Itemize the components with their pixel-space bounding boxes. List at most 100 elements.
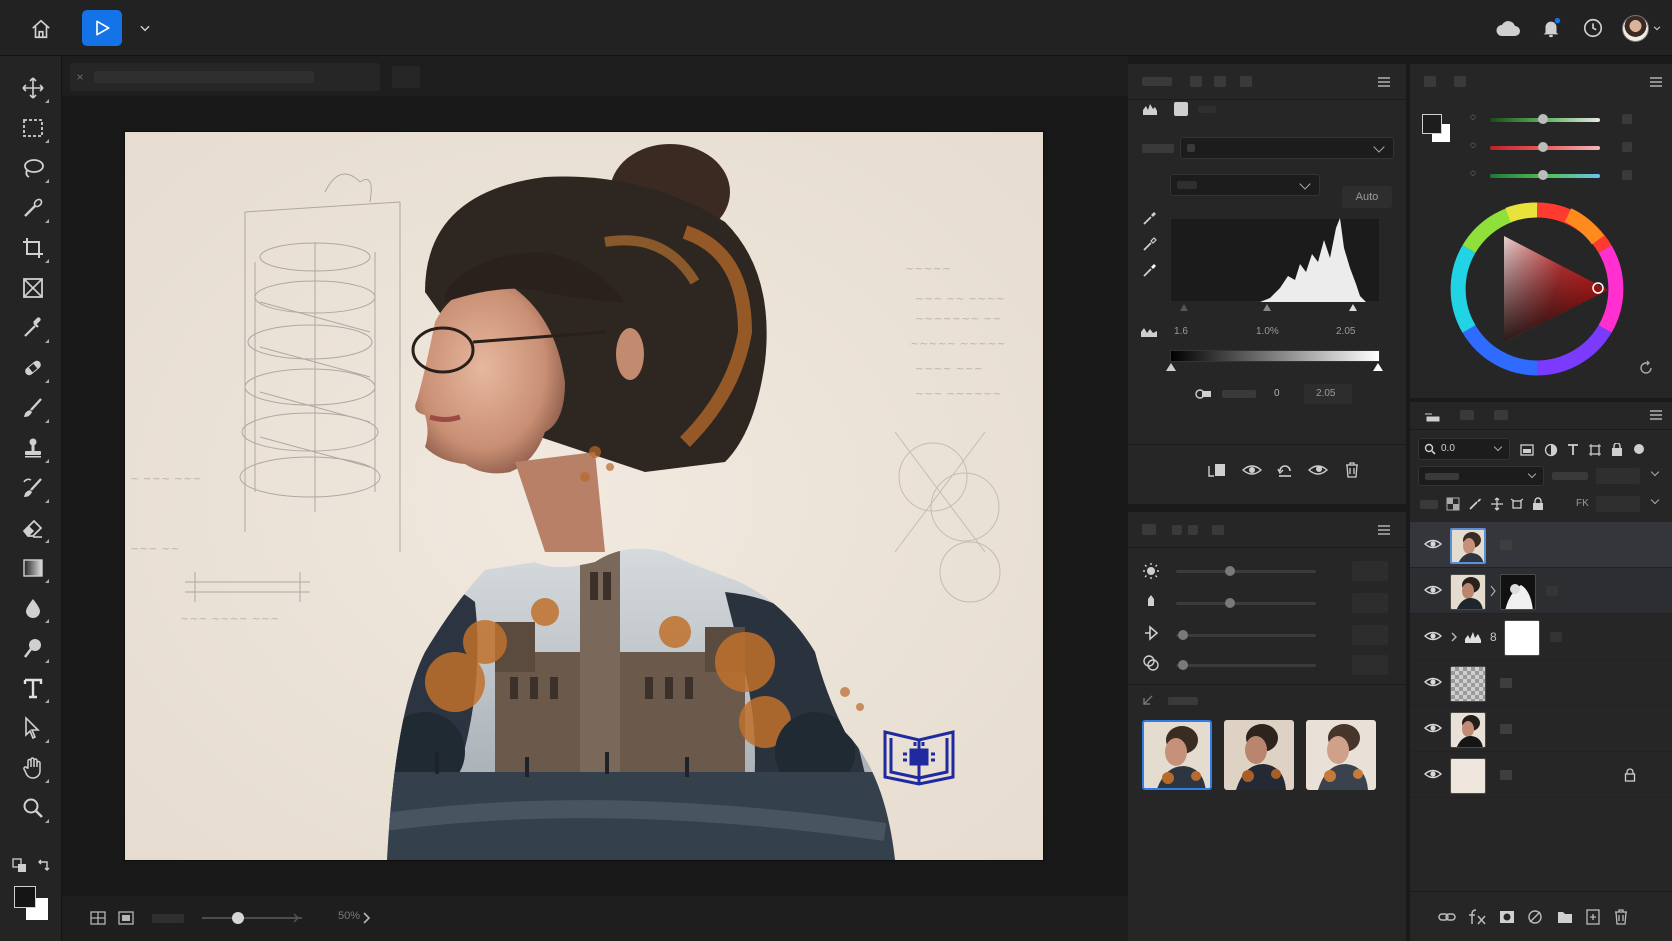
filter-shape-icon[interactable] (1588, 443, 1602, 457)
panel-tab[interactable] (1240, 76, 1252, 87)
clip-icon[interactable] (1140, 326, 1158, 338)
panel-tab[interactable] (1460, 410, 1474, 420)
reset-icon[interactable] (1276, 462, 1294, 478)
lock-transparent-icon[interactable] (1446, 497, 1460, 511)
auto-button[interactable]: Auto (1342, 186, 1392, 208)
saturation-value-field[interactable] (1352, 655, 1388, 675)
filter-toggle[interactable] (1634, 444, 1644, 454)
panel-tab[interactable] (1188, 525, 1198, 535)
foreground-color-swatch[interactable] (14, 886, 36, 908)
channel-b-thumb[interactable] (1538, 170, 1548, 180)
healing-tool[interactable] (13, 350, 53, 386)
layer-style-button[interactable] (1466, 906, 1488, 928)
share-button[interactable] (82, 10, 122, 46)
input-black-value[interactable]: 1.6 (1174, 326, 1188, 337)
cloud-sync-button[interactable] (1490, 12, 1526, 44)
levels-histogram[interactable] (1170, 218, 1380, 302)
channel-dropdown[interactable] (1170, 174, 1320, 196)
saturation-slider-thumb[interactable] (1178, 660, 1188, 670)
opacity-field[interactable] (1596, 468, 1640, 484)
layer-row[interactable] (1410, 522, 1672, 568)
eye-icon[interactable] (1424, 675, 1442, 689)
histogram-icon[interactable] (1142, 102, 1158, 116)
type-tool[interactable] (13, 670, 53, 706)
visibility-icon[interactable] (1308, 462, 1328, 478)
filter-pixel-icon[interactable] (1520, 444, 1534, 456)
layer-filter-dropdown[interactable]: 0.0 (1418, 438, 1510, 460)
lock-pixels-icon[interactable] (1468, 497, 1482, 511)
zoom-tool[interactable] (13, 790, 53, 826)
brightness-slider[interactable] (1176, 570, 1316, 573)
layer-row[interactable] (1410, 660, 1672, 706)
fill-dropdown-chevron[interactable] (1650, 495, 1660, 505)
eye-icon[interactable] (1424, 583, 1442, 597)
dodge-tool[interactable] (13, 630, 53, 666)
notifications-button[interactable] (1534, 12, 1568, 44)
panel-menu-icon[interactable] (1378, 77, 1390, 87)
hand-tool[interactable] (13, 750, 53, 786)
output-white-value[interactable]: 2.05 (1316, 388, 1335, 399)
trash-icon[interactable] (1344, 462, 1360, 478)
input-black-slider[interactable] (1180, 304, 1188, 311)
chain-link-icon[interactable] (1490, 585, 1496, 597)
panel-tab[interactable] (1172, 525, 1182, 535)
contrast-slider-thumb[interactable] (1225, 598, 1235, 608)
canvas[interactable]: ~ ~~~ ~~~ ~~~ ~~ ~~~ ~~~~ ~~~ ~~~~~ ~~~ ~~ … (125, 132, 1043, 860)
layers-tab-icon[interactable] (1424, 410, 1440, 422)
input-gray-value[interactable]: 1.0% (1256, 326, 1279, 337)
gradient-tool[interactable] (13, 550, 53, 586)
arrange-button[interactable] (88, 908, 108, 928)
history-button[interactable] (1576, 12, 1610, 44)
channel-b-value[interactable] (1622, 170, 1632, 180)
document-tab[interactable]: × (70, 63, 380, 91)
panel-tab[interactable] (1142, 77, 1172, 86)
filter-type-icon[interactable] (1566, 443, 1580, 457)
eye-icon[interactable] (1424, 537, 1442, 551)
contrast-value-field[interactable] (1352, 593, 1388, 613)
opacity-dropdown-chevron[interactable] (1650, 467, 1660, 477)
new-group-button[interactable] (1554, 906, 1576, 928)
move-tool[interactable] (13, 70, 53, 106)
rotate-wheel-icon[interactable] (1638, 360, 1654, 376)
account-button[interactable] (1618, 12, 1666, 44)
vibrance-slider-thumb[interactable] (1178, 630, 1188, 640)
panel-tab[interactable] (1454, 76, 1466, 87)
filter-adjustment-icon[interactable] (1544, 443, 1558, 457)
channel-r-value[interactable] (1622, 114, 1632, 124)
panel-tab[interactable] (1424, 76, 1436, 87)
new-layer-button[interactable] (1582, 906, 1604, 928)
frame-tool[interactable] (13, 270, 53, 306)
layer-row[interactable] (1410, 706, 1672, 752)
collapse-icon[interactable] (1142, 694, 1154, 706)
blur-tool[interactable] (13, 590, 53, 626)
history-brush-tool[interactable] (13, 470, 53, 506)
swap-colors-icon[interactable] (36, 858, 52, 874)
panel-menu-icon[interactable] (1650, 77, 1662, 87)
foreground-color-chip[interactable] (1422, 114, 1442, 134)
zoom-slider-track[interactable] (202, 917, 302, 919)
vibrance-value-field[interactable] (1352, 625, 1388, 645)
marquee-tool[interactable] (13, 110, 53, 146)
zoom-out-control[interactable] (152, 914, 184, 923)
brightness-slider-thumb[interactable] (1225, 566, 1235, 576)
layer-row[interactable] (1410, 752, 1672, 798)
layer-row[interactable] (1410, 568, 1672, 614)
output-black-value[interactable]: 0 (1274, 388, 1280, 399)
filter-smart-icon[interactable] (1610, 443, 1624, 457)
eyedropper-tool[interactable] (13, 310, 53, 346)
screen-mode-button[interactable] (116, 908, 136, 928)
channel-g-value[interactable] (1622, 142, 1632, 152)
brightness-value-field[interactable] (1352, 561, 1388, 581)
path-select-tool[interactable] (13, 710, 53, 746)
panel-tab[interactable] (1142, 524, 1156, 535)
add-mask-button[interactable] (1496, 906, 1518, 928)
link-layers-button[interactable] (1436, 906, 1458, 928)
eye-icon[interactable] (1424, 767, 1442, 781)
chevron-right-icon[interactable] (362, 912, 372, 924)
brush-tool[interactable] (13, 390, 53, 426)
panel-tab[interactable] (1212, 525, 1224, 535)
clone-stamp-tool[interactable] (13, 430, 53, 466)
white-point-eyedropper-icon[interactable] (1142, 262, 1158, 278)
view-previous-icon[interactable] (1242, 462, 1262, 478)
panel-tab[interactable] (1214, 76, 1226, 87)
